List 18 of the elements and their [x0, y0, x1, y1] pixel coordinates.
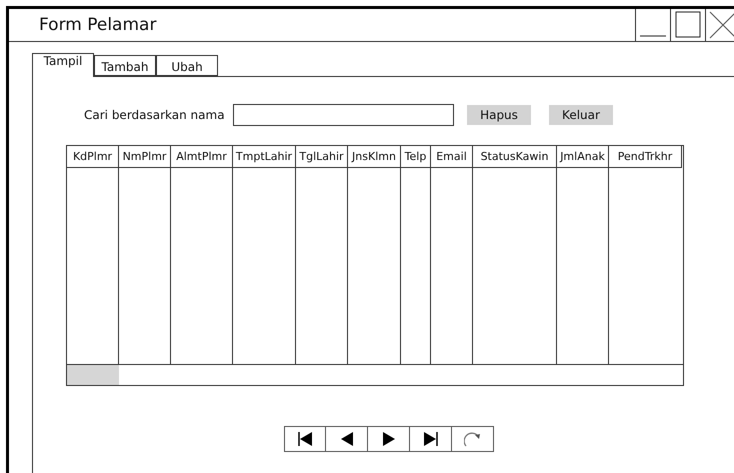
exit-button[interactable]: Keluar	[549, 105, 613, 125]
tab[interactable]: Ubah	[156, 55, 218, 76]
tab[interactable]: Tampil	[32, 53, 94, 77]
search-label: Cari berdasarkan nama	[84, 108, 226, 122]
column-header: KdPlmr	[67, 146, 119, 168]
column-header: JnsKlmn	[348, 146, 401, 168]
column-header: AlmtPlmr	[171, 146, 233, 168]
column-header: TglLahir	[296, 146, 348, 168]
column-header: TmptLahir	[233, 146, 296, 168]
column-header: StatusKawin	[473, 146, 557, 168]
column-header: Telp	[401, 146, 431, 168]
tab[interactable]: Tambah	[94, 55, 156, 76]
column-header: JmlAnak	[557, 146, 609, 168]
delete-button[interactable]: Hapus	[467, 105, 531, 125]
window-title: Form Pelamar	[38, 15, 158, 35]
column-header: NmPlmr	[119, 146, 171, 168]
column-header: Email	[431, 146, 473, 168]
column-header: PendTrkhr	[609, 146, 682, 168]
